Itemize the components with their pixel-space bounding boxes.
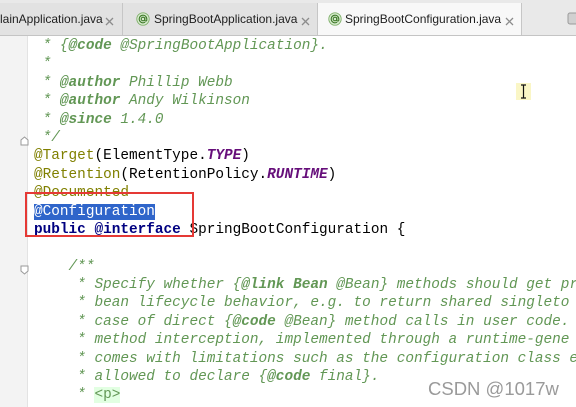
annotation-type-icon [136, 12, 150, 26]
javadoc-text: * [34, 93, 60, 110]
javadoc-text: final}. [310, 369, 380, 386]
plain-code: ) [241, 148, 250, 165]
enum-constant: TYPE [206, 148, 242, 165]
tab-label: lainApplication.java [0, 12, 103, 26]
close-icon[interactable] [105, 15, 114, 26]
watermark: CSDN @1017w [428, 378, 559, 399]
tab-main-application[interactable]: lainApplication.java [0, 3, 123, 35]
javadoc-text: * [34, 74, 60, 91]
javadoc-text: /** [34, 258, 95, 275]
javadoc-tag: @code [68, 38, 112, 54]
code-line[interactable]: * @since 1.4.0 [34, 111, 576, 129]
javadoc-text: Andy Wilkinson [120, 93, 250, 110]
tab-spring-boot-application[interactable]: SpringBootApplication.java [123, 3, 318, 35]
javadoc-tag: @code [232, 313, 276, 330]
editor-gutter [0, 36, 29, 407]
tab-list-icon[interactable] [567, 12, 576, 25]
javadoc-text: * bean lifecycle behavior, e.g. to retur… [34, 295, 570, 312]
javadoc-tag: @link [241, 277, 285, 294]
code-line[interactable]: * comes with limitations such as the con… [34, 350, 576, 368]
javadoc-text: * [34, 56, 52, 73]
annotation-type-icon [328, 12, 342, 26]
plain-code: ) [327, 166, 337, 183]
code-line[interactable]: * @author Phillip Webb [34, 74, 576, 92]
code-line[interactable]: @Target(ElementType.TYPE) [34, 147, 576, 165]
editor-tab-bar: lainApplication.java SpringBootApplicati… [0, 0, 576, 36]
javadoc-text: * allowed to declare { [34, 369, 268, 386]
code-line[interactable]: */ [34, 129, 576, 147]
javadoc-text: Phillip Webb [120, 74, 233, 91]
javadoc-text: * method interception, implemented throu… [34, 332, 570, 349]
javadoc-text: * case of direct { [34, 313, 233, 330]
fold-start-icon[interactable] [20, 262, 29, 275]
plain-code: (ElementType. [94, 148, 207, 165]
javadoc-tag: @code [267, 369, 311, 386]
javadoc-text: * comes with limitations such as the con… [34, 350, 576, 367]
code-line[interactable]: * @author Andy Wilkinson [34, 92, 576, 110]
code-line-empty[interactable] [34, 239, 576, 257]
annotation: @Target [34, 148, 95, 165]
code-line[interactable]: * {@code @SpringBootApplication}. [34, 37, 576, 55]
javadoc-text: * [34, 387, 95, 404]
code-line[interactable]: @Retention(RetentionPolicy.RUNTIME) [34, 166, 576, 184]
plain-code: (RetentionPolicy. [120, 166, 268, 183]
tab-label: SpringBootConfiguration.java [345, 12, 502, 26]
javadoc-tag: @since [59, 111, 112, 128]
annotation: @Retention [34, 166, 121, 183]
javadoc-text: @Bean} methods should get pr [327, 277, 576, 294]
javadoc-tag: @author [59, 74, 121, 91]
javadoc-text: * { [34, 38, 69, 54]
close-icon[interactable] [301, 15, 310, 26]
code-line[interactable]: * Specify whether {@link Bean @Bean} met… [34, 276, 576, 294]
javadoc-text: @Bean} method calls in user code. [275, 313, 570, 330]
enum-constant: RUNTIME [267, 166, 328, 183]
javadoc-text: */ [34, 129, 60, 146]
javadoc-text: * [34, 111, 60, 128]
tab-spring-boot-configuration[interactable]: SpringBootConfiguration.java [318, 3, 522, 35]
fold-end-icon[interactable] [20, 133, 29, 146]
close-icon[interactable] [505, 15, 514, 26]
javadoc-text: 1.4.0 [111, 111, 164, 128]
javadoc-tag-value: Bean [284, 277, 328, 294]
javadoc-text: @SpringBootApplication}. [111, 38, 328, 54]
code-line[interactable]: /** [34, 258, 576, 276]
plain-code: SpringBootConfiguration { [180, 221, 406, 238]
code-line[interactable]: * [34, 55, 576, 73]
tab-label: SpringBootApplication.java [154, 12, 298, 26]
highlight-box [25, 192, 194, 237]
code-line[interactable]: * bean lifecycle behavior, e.g. to retur… [34, 294, 576, 312]
code-line[interactable]: * method interception, implemented throu… [34, 331, 576, 349]
javadoc-text: * Specify whether { [34, 277, 242, 294]
javadoc-html-tag: <p> [94, 387, 121, 404]
javadoc-tag: @author [59, 93, 121, 110]
code-line[interactable]: * case of direct {@code @Bean} method ca… [34, 313, 576, 331]
text-cursor-icon [516, 83, 531, 100]
